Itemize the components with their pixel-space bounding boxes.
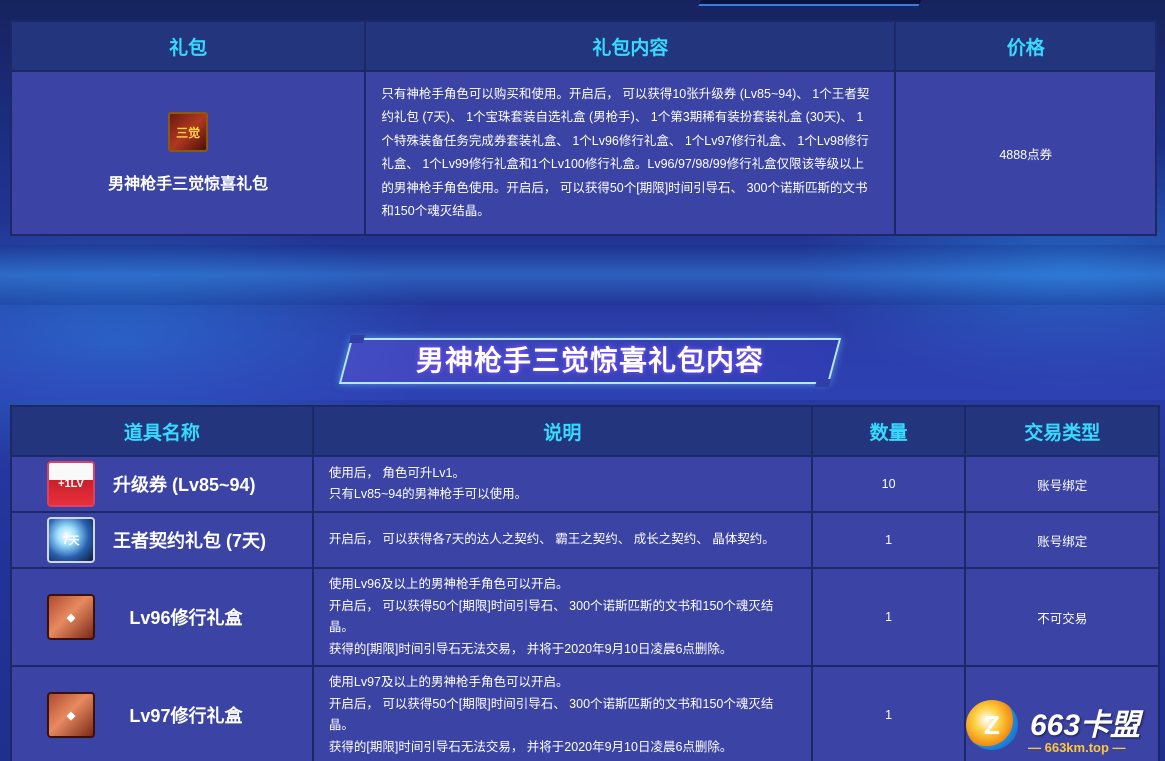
item-desc-line: 使用Lv96及以上的男神枪手角色可以开启。 bbox=[328, 577, 569, 591]
package-price: 4888点券 bbox=[894, 70, 1157, 236]
top-decoration bbox=[698, 0, 922, 6]
package-name-cell: 三觉 男神枪手三觉惊喜礼包 bbox=[9, 70, 367, 236]
item-desc-cell: 使用Lv97及以上的男神枪手角色可以开启。 开启后， 可以获得50个[期限]时间… bbox=[311, 665, 813, 761]
item-desc-line: 只有Lv85~94的男神枪手可以使用。 bbox=[328, 487, 528, 501]
level-up-ticket-icon: +1LV bbox=[47, 461, 95, 507]
item-name: 升级券 (Lv85~94) bbox=[113, 475, 256, 495]
item-trade-type: 账号绑定 bbox=[964, 511, 1160, 569]
item-name: 王者契约礼包 (7天) bbox=[113, 531, 266, 551]
item-desc-cell: 使用后， 角色可升Lv1。 只有Lv85~94的男神枪手可以使用。 bbox=[311, 455, 813, 513]
watermark-brand: 663卡盟 bbox=[1030, 709, 1141, 742]
table-row: +1LV 升级券 (Lv85~94) 使用后， 角色可升Lv1。 只有Lv85~… bbox=[10, 455, 1160, 513]
header-item-name: 道具名称 bbox=[10, 405, 314, 457]
training-box-icon: ◆ bbox=[47, 692, 95, 738]
header-description: 说明 bbox=[311, 405, 813, 457]
package-table: 礼包 礼包内容 价格 三觉 男神枪手三觉惊喜礼包 只有神枪手角色可以购买和使用。… bbox=[9, 20, 1157, 236]
training-box-icon: ◆ bbox=[47, 594, 95, 640]
item-desc-line: 获得的[期限]时间引导石无法交易， 并将于2020年9月10日凌晨6点删除。 bbox=[328, 641, 733, 656]
item-desc-line: 使用后， 角色可升Lv1。 bbox=[328, 465, 466, 480]
item-trade-type: 不可交易 bbox=[964, 567, 1160, 667]
items-table-header: 道具名称 说明 数量 交易类型 bbox=[10, 405, 1160, 457]
watermark: Z 663卡盟 — 663km.top — bbox=[966, 698, 1161, 758]
item-quantity: 1 bbox=[810, 567, 967, 667]
item-desc-line: 开启后， 可以获得50个[期限]时间引导石、 300个诺斯匹斯的文书和150个魂… bbox=[328, 598, 774, 635]
table-row: 7天 王者契约礼包 (7天) 开启后， 可以获得各7天的达人之契约、 霸王之契约… bbox=[10, 511, 1160, 569]
item-trade-type: 账号绑定 bbox=[964, 455, 1160, 513]
item-desc-cell: 开启后， 可以获得各7天的达人之契约、 霸王之契约、 成长之契约、 晶体契约。 bbox=[311, 511, 813, 569]
header-package: 礼包 bbox=[9, 20, 367, 72]
item-desc-line: 使用Lv97及以上的男神枪手角色可以开启。 bbox=[328, 675, 569, 689]
banner-title: 男神枪手三觉惊喜礼包内容 bbox=[415, 345, 764, 376]
package-row: 三觉 男神枪手三觉惊喜礼包 只有神枪手角色可以购买和使用。开启后， 可以获得10… bbox=[9, 70, 1157, 236]
package-content: 只有神枪手角色可以购买和使用。开启后， 可以获得10张升级券 (Lv85~94)… bbox=[381, 86, 870, 219]
item-desc-line: 开启后， 可以获得50个[期限]时间引导石、 300个诺斯匹斯的文书和150个魂… bbox=[328, 696, 774, 733]
item-name-cell: 7天 王者契约礼包 (7天) bbox=[10, 511, 314, 569]
package-content-cell: 只有神枪手角色可以购买和使用。开启后， 可以获得10张升级券 (Lv85~94)… bbox=[364, 70, 897, 236]
table-row: ◆ Lv96修行礼盒 使用Lv96及以上的男神枪手角色可以开启。 开启后， 可以… bbox=[10, 567, 1160, 667]
item-name-cell: ◆ Lv96修行礼盒 bbox=[10, 567, 314, 667]
gift-pack-icon: 三觉 bbox=[168, 112, 209, 152]
header-trade-type: 交易类型 bbox=[964, 405, 1160, 457]
watermark-logo-icon: Z bbox=[966, 700, 1018, 750]
item-quantity: 1 bbox=[810, 511, 967, 569]
header-quantity: 数量 bbox=[810, 405, 967, 457]
item-name: Lv97修行礼盒 bbox=[129, 706, 243, 726]
watermark-url: — 663km.top — bbox=[1028, 740, 1126, 755]
item-name-cell: ◆ Lv97修行礼盒 bbox=[10, 665, 314, 761]
package-table-header: 礼包 礼包内容 价格 bbox=[9, 20, 1157, 72]
king-contract-icon: 7天 bbox=[47, 517, 95, 563]
header-price: 价格 bbox=[894, 20, 1157, 72]
item-quantity: 10 bbox=[810, 455, 967, 513]
item-name-cell: +1LV 升级券 (Lv85~94) bbox=[10, 455, 314, 513]
header-content: 礼包内容 bbox=[364, 20, 897, 72]
package-name: 男神枪手三觉惊喜礼包 bbox=[108, 176, 269, 193]
section-banner: 男神枪手三觉惊喜礼包内容 bbox=[338, 335, 842, 387]
item-desc-line: 获得的[期限]时间引导石无法交易， 并将于2020年9月10日凌晨6点删除。 bbox=[328, 739, 733, 754]
glow-band bbox=[0, 245, 1165, 305]
item-desc-cell: 使用Lv96及以上的男神枪手角色可以开启。 开启后， 可以获得50个[期限]时间… bbox=[311, 567, 813, 667]
item-name: Lv96修行礼盒 bbox=[129, 608, 243, 628]
item-quantity: 1 bbox=[810, 665, 967, 761]
item-desc-line: 开启后， 可以获得各7天的达人之契约、 霸王之契约、 成长之契约、 晶体契约。 bbox=[328, 532, 775, 547]
